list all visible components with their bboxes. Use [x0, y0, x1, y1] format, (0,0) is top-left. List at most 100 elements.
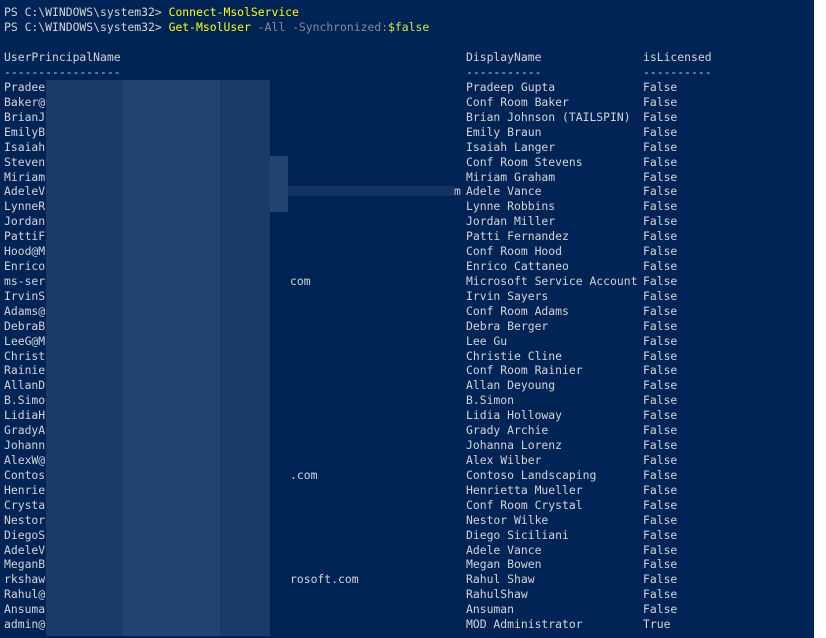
cell-upn: IrvinS	[4, 289, 46, 303]
cell-displayname: Brian Johnson (TAILSPIN)	[466, 110, 631, 124]
cell-displayname: Ansuman	[466, 602, 515, 616]
cell-upn: Hood@M	[4, 244, 46, 258]
cell-islicensed: False	[643, 289, 678, 303]
cell-displayname: Christie Cline	[466, 349, 563, 363]
cell-displayname: Adele Vance	[466, 543, 542, 557]
cell-displayname: Rahul Shaw	[466, 572, 535, 586]
cell-islicensed: False	[643, 214, 678, 228]
cell-upn: Adams@	[4, 304, 46, 318]
cell-displayname: Irvin Sayers	[466, 289, 549, 303]
command-text: Connect-MsolService	[168, 5, 299, 19]
cell-islicensed: False	[643, 170, 678, 184]
header-userprincipalname: UserPrincipalName	[4, 50, 121, 64]
cell-displayname: Conf Room Stevens	[466, 155, 583, 169]
cell-upn: Isaiah	[4, 140, 46, 154]
cell-islicensed: False	[643, 468, 678, 482]
cell-islicensed: False	[643, 184, 678, 198]
cell-upn: LidiaH	[4, 408, 46, 422]
cell-islicensed: False	[643, 513, 678, 527]
cell-islicensed: False	[643, 393, 678, 407]
cell-islicensed: False	[643, 125, 678, 139]
cell-displayname: Nestor Wilke	[466, 513, 549, 527]
cell-displayname: Pradeep Gupta	[466, 80, 556, 94]
cell-upn: Enrico	[4, 259, 46, 273]
cell-displayname: Lidia Holloway	[466, 408, 563, 422]
cell-upn: MeganB	[4, 557, 46, 571]
cell-displayname: Contoso Landscaping	[466, 468, 597, 482]
cell-displayname: Emily Braun	[466, 125, 542, 139]
cell-displayname: B.Simon	[466, 393, 515, 407]
cell-upn: AdeleV	[4, 543, 46, 557]
cell-upn: Pradee	[4, 80, 46, 94]
cell-displayname: Grady Archie	[466, 423, 549, 437]
cell-displayname: Adele Vance	[466, 184, 542, 198]
cell-displayname: Jordan Miller	[466, 214, 556, 228]
cell-displayname: Conf Room Crystal	[466, 498, 583, 512]
header-displayname: DisplayName	[466, 50, 542, 64]
header-underline: ----------	[643, 65, 712, 79]
cell-upn: Rahul@	[4, 587, 46, 601]
cell-islicensed: False	[643, 602, 678, 616]
cell-islicensed: False	[643, 453, 678, 467]
cell-islicensed: False	[643, 80, 678, 94]
cell-upn: Baker@	[4, 95, 46, 109]
cell-upn: AlexW@	[4, 453, 46, 467]
cell-islicensed: False	[643, 438, 678, 452]
cell-upn: DebraB	[4, 319, 46, 333]
redaction-block	[288, 186, 454, 196]
cell-upn: Rainie	[4, 363, 46, 377]
cell-upn: Steven	[4, 155, 46, 169]
cell-displayname: Conf Room Baker	[466, 95, 569, 109]
cell-upn: Miriam	[4, 170, 46, 184]
cell-displayname: Megan Bowen	[466, 557, 542, 571]
cell-islicensed: False	[643, 259, 678, 273]
cell-islicensed: False	[643, 140, 678, 154]
redaction-block	[46, 80, 122, 636]
upn-fragment: com	[290, 274, 311, 288]
cell-islicensed: False	[643, 349, 678, 363]
cell-displayname: Lynne Robbins	[466, 199, 556, 213]
cell-upn: LeeG@M	[4, 334, 46, 348]
cell-displayname: Conf Room Rainier	[466, 363, 583, 377]
cell-upn: rkshaw	[4, 572, 46, 586]
redaction-block	[220, 80, 270, 636]
cell-islicensed: False	[643, 423, 678, 437]
cell-islicensed: False	[643, 110, 678, 124]
cell-upn: LynneR	[4, 199, 46, 213]
cell-upn: AdeleV	[4, 184, 46, 198]
upn-fragment: m	[454, 184, 461, 198]
cell-islicensed: False	[643, 557, 678, 571]
cell-displayname: Conf Room Hood	[466, 244, 563, 258]
cell-upn: AllanD	[4, 378, 46, 392]
cell-islicensed: False	[643, 378, 678, 392]
scrollbar[interactable]	[814, 0, 826, 638]
cell-islicensed: False	[643, 334, 678, 348]
cell-upn: ms-ser	[4, 274, 46, 288]
cell-displayname: Conf Room Adams	[466, 304, 569, 318]
powershell-console[interactable]: PS C:\WINDOWS\system32> Connect-MsolServ…	[0, 0, 814, 638]
cell-displayname: Patti Fernandez	[466, 229, 569, 243]
cell-islicensed: False	[643, 244, 678, 258]
redaction-block	[122, 80, 220, 636]
upn-fragment: .com	[290, 468, 318, 482]
header-islicensed: isLicensed	[643, 50, 712, 64]
cell-displayname: Allan Deyoung	[466, 378, 556, 392]
cell-upn: B.Simo	[4, 393, 46, 407]
cell-islicensed: False	[643, 199, 678, 213]
cell-displayname: Enrico Cattaneo	[466, 259, 569, 273]
prompt-text: PS C:\WINDOWS\system32>	[4, 5, 169, 19]
cell-displayname: Miriam Graham	[466, 170, 556, 184]
cell-upn: Nestor	[4, 513, 46, 527]
cell-islicensed: True	[643, 617, 671, 631]
cell-displayname: Henrietta Mueller	[466, 483, 583, 497]
cell-islicensed: False	[643, 543, 678, 557]
cell-islicensed: False	[643, 229, 678, 243]
header-underline: -----------------	[4, 65, 121, 79]
cell-upn: Henrie	[4, 483, 46, 497]
cell-displayname: MOD Administrator	[466, 617, 583, 631]
cell-upn: Contos	[4, 468, 46, 482]
upn-fragment: rosoft.com	[290, 572, 359, 586]
parameter-value: $false	[388, 20, 430, 34]
cell-islicensed: False	[643, 363, 678, 377]
cell-islicensed: False	[643, 498, 678, 512]
